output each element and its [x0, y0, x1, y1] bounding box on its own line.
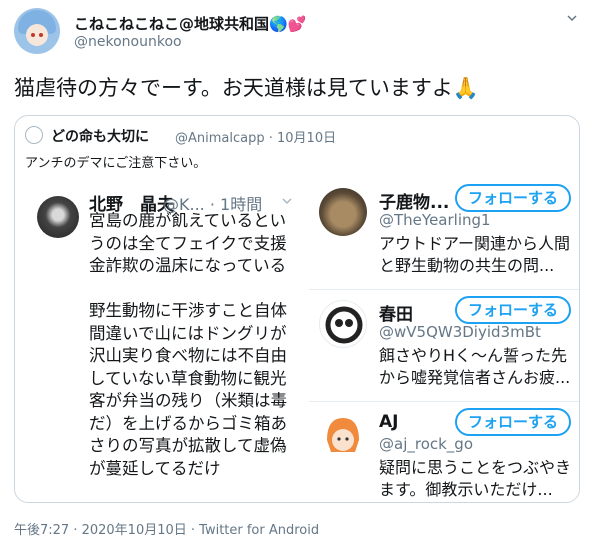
user-name: 子鹿物... [379, 193, 450, 213]
follow-button: フォローする [455, 296, 571, 324]
user-bio: 餌さやりHく～ん誓った先から嘘発覚信者さんお疲... [379, 346, 571, 387]
embedded-line: 野生動物に干渉すこと自体 [89, 301, 287, 320]
tweet-timestamp[interactable]: 午後7:27 · 2020年10月10日 · Twitter for Andro… [14, 519, 319, 538]
user-bio: 疑問に思うことをつぶやきます。御教示いただけ... [379, 458, 572, 499]
user-handle: @TheYearling1 [379, 211, 491, 229]
user-card: 子鹿物... フォローする @TheYearling1 アウトドアー関連から人間… [309, 178, 579, 290]
quoted-display-name: どの命も大切に [51, 129, 149, 145]
user-card: AJ フォローする @aj_rock_go 疑問に思うことをつぶやきます。御教示… [309, 402, 579, 502]
author-name-text: こねこねこねこ@地球共和国 [74, 15, 270, 33]
quoted-tweet[interactable]: どの命も大切に @Animalcapp · 10月10日 アンチのデマにご注意下… [14, 115, 580, 503]
quoted-image[interactable]: 北野 晶夫 @K... · 1時間 宮島の鹿が飢えているとい うのは全てフェイク… [25, 178, 579, 502]
embedded-line: 金詐欺の温床になっている [89, 256, 287, 275]
suggested-users: 子鹿物... フォローする @TheYearling1 アウトドアー関連から人間… [309, 178, 579, 502]
tweet-text: 猫虐待の方々でーす。お天道様は見ていますよ🙏 [14, 76, 480, 100]
chevron-down-icon[interactable] [566, 12, 578, 24]
author-avatar[interactable] [14, 8, 60, 54]
embedded-line: さりの写真が拡散して虚偽 [89, 436, 287, 455]
follow-button: フォローする [455, 408, 571, 436]
quoted-avatar [25, 126, 43, 144]
embedded-line: 宮島の鹿が飢えているとい [89, 211, 287, 230]
cartoon-girl-avatar [319, 412, 367, 460]
embedded-line: 沢山実り食べ物には不自由 [89, 346, 287, 365]
embedded-line: が蔓延してるだけ [89, 458, 221, 478]
user-name: 春田 [379, 305, 413, 325]
follow-button: フォローする [455, 184, 571, 212]
embedded-line: 間違いで山にはドングリが [89, 323, 287, 343]
embedded-tweet: 北野 晶夫 @K... · 1時間 宮島の鹿が飢えているとい うのは全てフェイク… [25, 178, 303, 502]
author-name-emojis: 🌎💕 [269, 15, 307, 33]
embedded-line: していない草食動物に観光 [89, 368, 287, 388]
deer-avatar [319, 188, 367, 236]
user-bio: アウトドアー関連から人間と野生動物の共生の問... [379, 234, 571, 275]
embedded-line: だ）を上げるからゴミ箱あ [89, 413, 287, 433]
user-handle: @aj_rock_go [379, 435, 474, 453]
author-handle[interactable]: @nekonounkoo [74, 34, 182, 50]
embedded-body: 宮島の鹿が飢えているとい うのは全てフェイクで支援 金詐欺の温床になっている 野… [89, 210, 299, 480]
user-card: 春田 フォローする @wV5QW3Diyid3mBt 餌さやりHく～ん誓った先か… [309, 290, 579, 402]
embedded-avatar [37, 196, 79, 238]
chevron-down-icon [282, 198, 292, 205]
author-display-name[interactable]: こねこねこねこ@地球共和国🌎💕 [74, 13, 306, 34]
quoted-text: アンチのデマにご注意下さい。 [25, 156, 207, 171]
embedded-line: 客が弁当の残り（米類は毒 [89, 391, 287, 410]
user-name: AJ [379, 412, 399, 432]
embedded-line: うのは全てフェイクで支援 [89, 233, 287, 253]
user-handle: @wV5QW3Diyid3mBt [379, 323, 541, 341]
abstract-avatar [319, 300, 367, 348]
quoted-handle: @Animalcapp · 10月10日 [175, 131, 337, 146]
